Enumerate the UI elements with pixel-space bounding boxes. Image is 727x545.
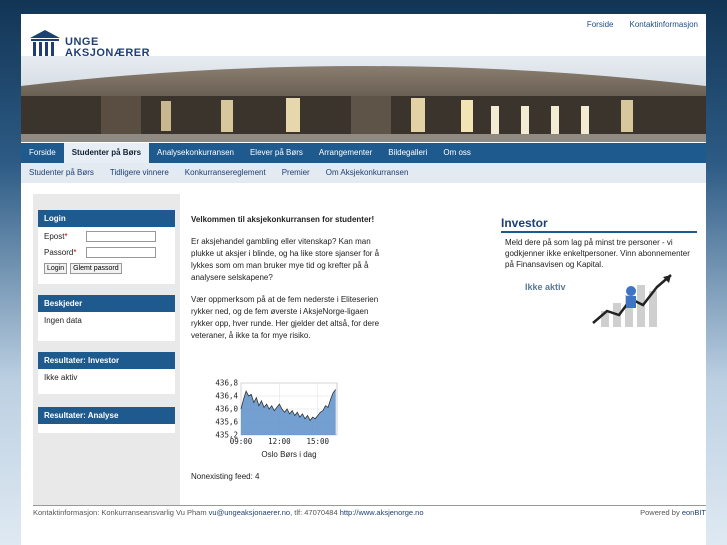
nav-item-om-oss[interactable]: Om oss xyxy=(435,143,479,163)
y-tick-label: 435,6 xyxy=(215,418,238,427)
rules-paragraph: Vær oppmerksom på at de fem nederste i E… xyxy=(191,295,380,340)
left-sidebar: Login Epost* Passord* Login Glemt passor… xyxy=(33,194,180,505)
nav-item-forside[interactable]: Forside xyxy=(21,143,64,163)
investor-status: Ikke aktiv xyxy=(525,282,566,292)
nav-item-arrangementer[interactable]: Arrangementer xyxy=(311,143,380,163)
nav-item-elever[interactable]: Elever på Børs xyxy=(242,143,311,163)
investor-result-title: Resultater: Investor xyxy=(38,352,175,369)
beskjeder-title: Beskjeder xyxy=(38,295,175,312)
header-banner-image xyxy=(21,56,706,142)
x-tick-label: 09:00 xyxy=(230,437,253,446)
login-title: Login xyxy=(38,210,175,227)
x-axis-label: Oslo Børs i dag xyxy=(261,450,316,459)
email-field[interactable] xyxy=(86,231,156,242)
nav-item-studenter[interactable]: Studenter på Børs xyxy=(63,143,150,163)
footer: Kontaktinformasjon: Konkurranseansvarlig… xyxy=(33,505,706,517)
password-field[interactable] xyxy=(86,247,156,258)
analyse-result-box: Resultater: Analyse xyxy=(38,407,175,433)
oslo-bors-chart: 436,8 436,4 436,0 435,6 435,2 09:00 12:00 15:00… xyxy=(191,375,351,465)
subnav-item-premier[interactable]: Premier xyxy=(274,163,318,183)
page-title: Velkommen til aksjekonkurransen for stud… xyxy=(191,215,375,224)
nav-item-analysekonkurransen[interactable]: Analysekonkurransen xyxy=(149,143,242,163)
top-link-kontakt[interactable]: Kontaktinformasjon xyxy=(630,20,698,29)
investor-panel: Investor Meld dere på som lag på minst t… xyxy=(501,216,697,327)
nav-item-bildegalleri[interactable]: Bildegalleri xyxy=(380,143,435,163)
sub-nav: Studenter på Børs Tidligere vinnere Konk… xyxy=(21,163,706,183)
investor-title: Investor xyxy=(501,216,697,233)
email-label: Epost* xyxy=(44,232,68,241)
x-tick-label: 15:00 xyxy=(307,437,330,446)
page-container: Forside Kontaktinformasjon UNGE AKSJONÆR… xyxy=(21,14,706,545)
feed-text: Nonexisting feed: 4 xyxy=(191,472,260,481)
subnav-item-studenter[interactable]: Studenter på Børs xyxy=(21,163,102,183)
login-button[interactable]: Login xyxy=(44,263,68,274)
investor-result-box: Resultater: Investor Ikke aktiv xyxy=(38,352,175,394)
y-tick-label: 436,8 xyxy=(215,379,238,388)
analyse-result-title: Resultater: Analyse xyxy=(38,407,175,424)
forgot-password-button[interactable]: Glemt passord xyxy=(70,263,122,274)
eonbit-link[interactable]: eonBIT xyxy=(682,508,706,517)
chart-svg: 436,8436,4436,0435,6435,209:00 12:00 15:00… xyxy=(215,379,338,459)
footer-email-link[interactable]: vu@ungeaksjonaerer.no xyxy=(209,508,290,517)
footer-powered: Powered by eonBIT xyxy=(640,508,706,517)
beskjeder-text: Ingen data xyxy=(44,316,82,325)
y-tick-label: 436,4 xyxy=(215,392,238,401)
investor-result-text: Ikke aktiv xyxy=(44,373,78,382)
beskjeder-box: Beskjeder Ingen data xyxy=(38,295,175,341)
top-link-forside[interactable]: Forside xyxy=(587,20,614,29)
investor-chart-icon xyxy=(592,274,672,327)
subnav-item-om[interactable]: Om Aksjekonkurransen xyxy=(318,163,417,183)
intro-paragraph: Er aksjehandel gambling eller vitenskap?… xyxy=(191,237,380,282)
x-tick-label: 12:00 xyxy=(268,437,291,446)
subnav-item-reglement[interactable]: Konkurransereglement xyxy=(177,163,274,183)
main-content: Velkommen til aksjekonkurransen for stud… xyxy=(191,214,381,352)
login-box: Login Epost* Passord* Login Glemt passor… xyxy=(38,210,175,284)
investor-text: Meld dere på som lag på minst tre person… xyxy=(505,238,690,269)
footer-url-link[interactable]: http://www.aksjenorge.no xyxy=(340,508,424,517)
y-tick-label: 436,0 xyxy=(215,405,238,414)
footer-phone: , tlf: 47070484 xyxy=(290,508,338,517)
footer-contact: Kontaktinformasjon: Konkurranseansvarlig… xyxy=(33,508,207,517)
top-links: Forside Kontaktinformasjon xyxy=(587,20,698,29)
password-label: Passord* xyxy=(44,248,77,257)
main-nav: Forside Studenter på Børs Analysekonkurr… xyxy=(21,143,706,163)
subnav-item-vinnere[interactable]: Tidligere vinnere xyxy=(102,163,177,183)
